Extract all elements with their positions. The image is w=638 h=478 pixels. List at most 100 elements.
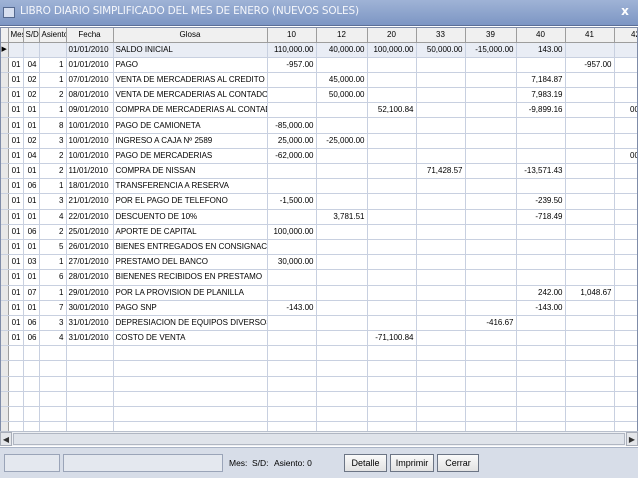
table-cell[interactable] — [367, 345, 417, 362]
scroll-right-icon[interactable]: ▶ — [626, 432, 638, 446]
table-cell[interactable] — [367, 178, 417, 195]
table-cell[interactable] — [614, 239, 637, 256]
table-cell[interactable] — [516, 391, 566, 408]
table-cell[interactable]: 08/01/2010 — [66, 87, 114, 104]
table-cell[interactable] — [614, 391, 637, 408]
table-cell[interactable] — [565, 239, 615, 256]
table-cell[interactable] — [416, 285, 466, 301]
table-cell[interactable] — [516, 360, 566, 377]
column-header[interactable]: Glosa — [113, 28, 268, 43]
table-cell[interactable] — [316, 102, 368, 119]
table-cell[interactable]: -85,000.00 — [267, 117, 317, 134]
table-cell[interactable]: 2 — [39, 224, 67, 240]
table-cell[interactable] — [565, 315, 615, 332]
row-selector[interactable] — [1, 102, 9, 119]
table-cell[interactable] — [465, 117, 517, 134]
table-cell[interactable] — [316, 300, 368, 316]
table-cell[interactable] — [614, 376, 637, 392]
table-cell[interactable] — [23, 406, 40, 423]
table-row[interactable] — [1, 406, 637, 423]
scrollbar-thumb[interactable] — [13, 433, 625, 445]
table-cell[interactable]: 3 — [39, 133, 67, 149]
table-row[interactable]: 01 06 4 31/01/2010 COSTO DE VENTA -71,100.84 — [1, 330, 637, 347]
table-cell[interactable] — [614, 42, 637, 58]
table-cell[interactable] — [267, 269, 317, 286]
table-cell[interactable] — [516, 57, 566, 73]
table-cell[interactable]: 40,000.00 — [316, 42, 368, 58]
table-cell[interactable]: 01 — [8, 285, 24, 301]
table-cell[interactable]: 04 — [23, 148, 40, 165]
table-cell[interactable] — [465, 285, 517, 301]
table-cell[interactable]: 26/01/2010 — [66, 239, 114, 256]
table-cell[interactable] — [465, 360, 517, 377]
table-cell[interactable] — [465, 193, 517, 210]
table-row[interactable] — [1, 376, 637, 392]
column-header[interactable]: 39 — [465, 28, 517, 43]
table-cell[interactable] — [465, 391, 517, 408]
table-row[interactable]: 01 03 1 27/01/2010 PRESTAMO DEL BANCO 30,000.… — [1, 254, 637, 271]
table-cell[interactable] — [267, 178, 317, 195]
table-cell[interactable] — [565, 300, 615, 316]
table-cell[interactable] — [614, 254, 637, 271]
close-button[interactable]: x — [618, 4, 632, 20]
table-cell[interactable]: 100,000.00 — [267, 224, 317, 240]
table-cell[interactable] — [614, 345, 637, 362]
table-row[interactable]: 01 06 1 18/01/2010 TRANSFERENCIA A RESERVA — [1, 178, 637, 195]
table-cell[interactable] — [367, 300, 417, 316]
table-cell[interactable] — [416, 117, 466, 134]
table-cell[interactable]: -15,000.00 — [465, 42, 517, 58]
table-cell[interactable]: 30,000.00 — [267, 254, 317, 271]
table-cell[interactable]: 52,100.84 — [367, 102, 417, 119]
table-cell[interactable] — [565, 72, 615, 89]
row-selector[interactable] — [1, 72, 9, 89]
table-cell[interactable]: 5 — [39, 239, 67, 256]
column-header[interactable]: Fecha — [66, 28, 114, 43]
row-selector[interactable] — [1, 87, 9, 104]
table-cell[interactable]: 3 — [39, 193, 67, 210]
table-cell[interactable]: 11/01/2010 — [66, 163, 114, 180]
table-cell[interactable] — [8, 345, 24, 362]
table-cell[interactable] — [316, 163, 368, 180]
table-cell[interactable]: 45,000.00 — [316, 72, 368, 89]
table-cell[interactable] — [23, 391, 40, 408]
table-cell[interactable] — [516, 133, 566, 149]
table-cell[interactable]: 01 — [23, 239, 40, 256]
table-cell[interactable]: 50,000.00 — [316, 87, 368, 104]
table-cell[interactable] — [614, 117, 637, 134]
table-cell[interactable]: 1 — [39, 178, 67, 195]
table-cell[interactable] — [416, 133, 466, 149]
table-cell[interactable] — [367, 360, 417, 377]
table-cell[interactable] — [565, 330, 615, 347]
table-cell[interactable]: COSTO DE VENTA — [113, 330, 268, 347]
column-header[interactable]: 10 — [267, 28, 317, 43]
table-cell[interactable]: 000.00 — [614, 148, 637, 165]
table-cell[interactable] — [316, 315, 368, 332]
table-cell[interactable] — [267, 87, 317, 104]
table-cell[interactable] — [565, 117, 615, 134]
row-selector[interactable] — [1, 224, 9, 240]
table-cell[interactable]: VENTA DE MERCADERIAS AL CONTADO — [113, 87, 268, 104]
table-cell[interactable]: 06 — [23, 224, 40, 240]
table-cell[interactable] — [516, 376, 566, 392]
table-cell[interactable] — [516, 330, 566, 347]
table-cell[interactable]: 22/01/2010 — [66, 209, 114, 225]
table-cell[interactable] — [416, 178, 466, 195]
table-cell[interactable]: 25/01/2010 — [66, 224, 114, 240]
table-cell[interactable] — [367, 117, 417, 134]
table-cell[interactable]: 01 — [23, 300, 40, 316]
table-cell[interactable]: SALDO INICIAL — [113, 42, 268, 58]
table-cell[interactable] — [39, 360, 67, 377]
table-row[interactable]: 01 06 2 25/01/2010 APORTE DE CAPITAL 100,000.… — [1, 224, 637, 240]
table-row[interactable]: 01 01 8 10/01/2010 PAGO DE CAMIONETA -85,000.… — [1, 117, 637, 134]
table-cell[interactable] — [267, 376, 317, 392]
table-cell[interactable]: 02 — [23, 87, 40, 104]
table-cell[interactable] — [316, 330, 368, 347]
table-cell[interactable]: BIENES ENTREGADOS EN CONSIGNACIÓ — [113, 239, 268, 256]
table-cell[interactable] — [614, 87, 637, 104]
table-cell[interactable] — [614, 178, 637, 195]
table-cell[interactable]: 31/01/2010 — [66, 315, 114, 332]
table-cell[interactable] — [465, 376, 517, 392]
table-cell[interactable]: 7,983.19 — [516, 87, 566, 104]
table-cell[interactable]: 1 — [39, 102, 67, 119]
table-cell[interactable]: 28/01/2010 — [66, 269, 114, 286]
